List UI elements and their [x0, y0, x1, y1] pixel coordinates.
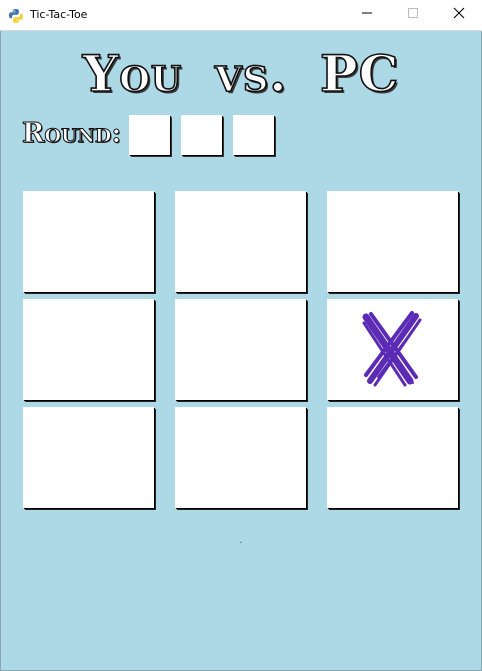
minimize-button[interactable] [344, 0, 390, 30]
title-bar: Tic-Tac-Toe [0, 0, 482, 31]
window-title: Tic-Tac-Toe [30, 8, 88, 21]
close-button[interactable] [436, 0, 482, 30]
board-cell-6[interactable] [327, 299, 458, 400]
board-cell-3[interactable] [327, 191, 458, 292]
python-icon [8, 8, 24, 24]
maximize-button[interactable] [390, 0, 436, 30]
page-title: You vs. PC [82, 43, 400, 104]
round-indicator-1 [129, 115, 170, 155]
round-label: Round: [21, 118, 122, 150]
close-icon [453, 6, 465, 24]
maximize-icon [407, 6, 419, 24]
board-cell-2[interactable] [175, 191, 306, 292]
board-cell-1[interactable] [23, 191, 154, 292]
round-indicator-3 [233, 115, 274, 155]
board-cell-5[interactable] [175, 299, 306, 400]
round-indicator-2 [181, 115, 222, 155]
board-cell-9[interactable] [327, 407, 458, 508]
board-cell-4[interactable] [23, 299, 154, 400]
minimize-icon [361, 6, 373, 24]
board-cell-7[interactable] [23, 407, 154, 508]
x-mark-icon [362, 310, 421, 386]
status-text: . [239, 535, 243, 546]
board-cell-8[interactable] [175, 407, 306, 508]
